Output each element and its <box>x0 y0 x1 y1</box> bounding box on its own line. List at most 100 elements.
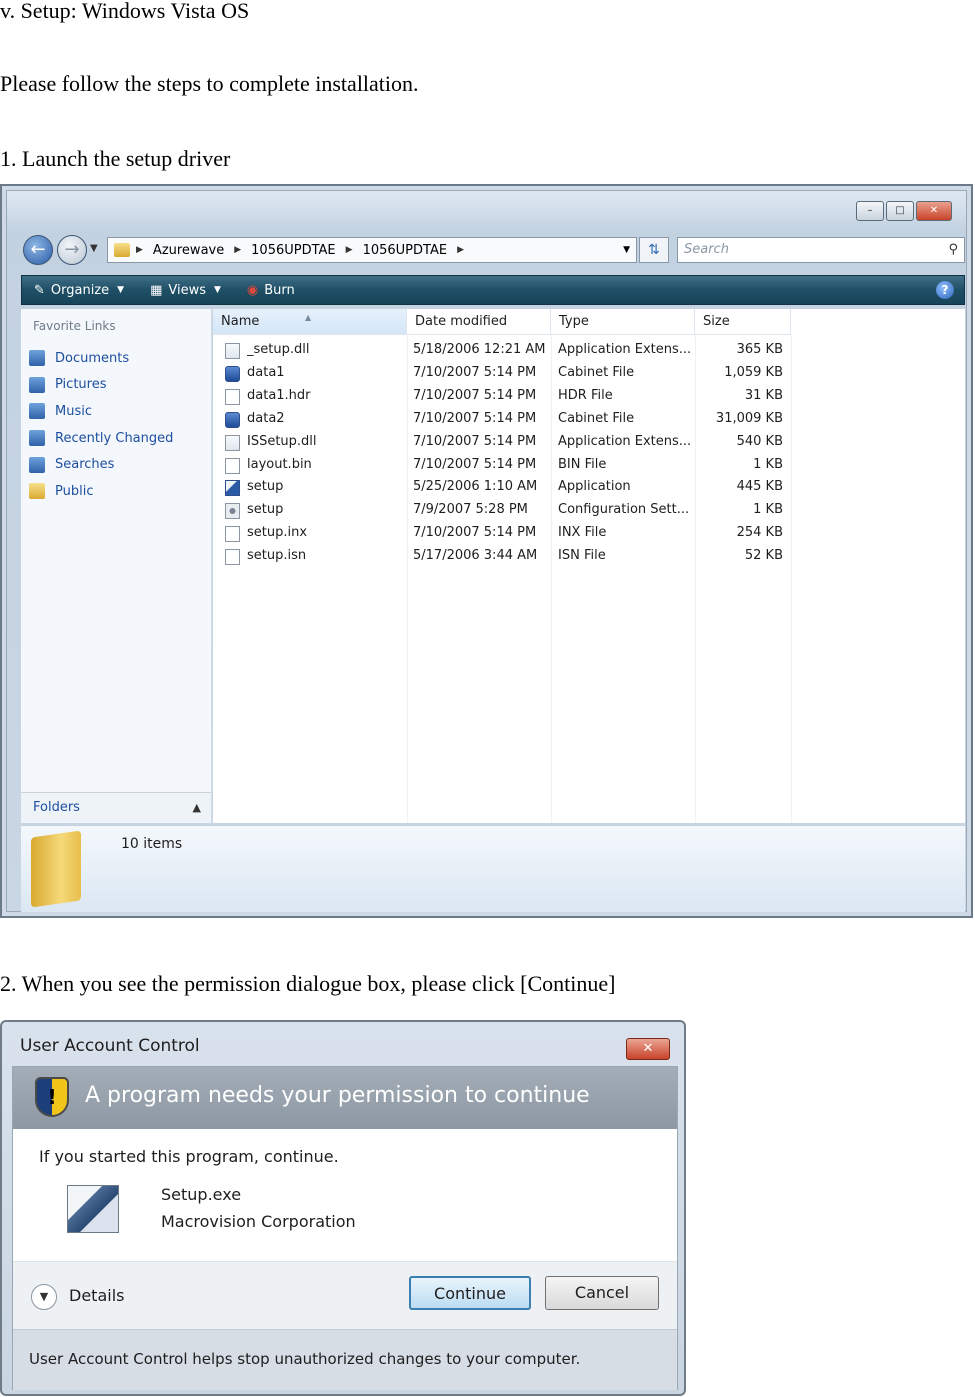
chevron-up-icon: ▲ <box>192 801 201 814</box>
close-button[interactable]: ✕ <box>626 1038 670 1060</box>
table-row[interactable]: _setup.dll 5/18/2006 12:21 AM Application … <box>213 339 965 362</box>
file-name: layout.bin <box>247 456 312 472</box>
table-row[interactable]: setup.isn 5/17/2006 3:44 AM ISN File 52 KB <box>213 545 965 568</box>
refresh-button[interactable]: ⇅ <box>639 237 669 263</box>
details-toggle[interactable]: Details <box>69 1286 124 1305</box>
help-icon[interactable]: ? <box>936 281 954 299</box>
back-button[interactable]: ← <box>23 235 53 265</box>
recently-changed-icon <box>29 430 45 447</box>
favorite-link-documents[interactable]: Documents <box>29 345 173 372</box>
file-size: 254 KB <box>736 525 783 541</box>
views-menu[interactable]: ▦ Views ▼ <box>150 283 221 298</box>
favorite-links-list: Documents Pictures Music Recently Change… <box>29 345 173 505</box>
file-date: 5/25/2006 1:10 AM <box>413 479 538 495</box>
breadcrumb-arrow-icon[interactable]: ▶ <box>457 245 464 255</box>
breadcrumb-item[interactable]: 1056UPDTAE <box>363 243 448 258</box>
file-name: data1.hdr <box>247 387 311 403</box>
program-name: Setup.exe <box>161 1185 242 1204</box>
search-icon[interactable]: ⚲ <box>948 238 958 262</box>
column-header-name[interactable]: Name ▲ <box>213 309 407 335</box>
file-file-icon <box>225 457 240 474</box>
history-dropdown-icon[interactable]: ▼ <box>90 243 98 254</box>
address-dropdown-icon[interactable]: ▼ <box>623 245 630 255</box>
column-header-label: Date modified <box>415 314 508 329</box>
views-icon: ▦ <box>150 282 163 298</box>
table-row[interactable]: setup 5/25/2006 1:10 AM Application 445 KB <box>213 476 965 499</box>
shield-warning-icon: ! <box>35 1077 69 1117</box>
continue-button[interactable]: Continue <box>409 1276 531 1310</box>
table-row[interactable]: setup 7/9/2007 5:28 PM Configuration Sett.… <box>213 499 965 522</box>
file-file-icon <box>225 549 240 566</box>
column-header-type[interactable]: Type <box>551 309 695 335</box>
favorite-link-music[interactable]: Music <box>29 398 173 425</box>
button-area: ▼ Details Continue Cancel <box>13 1261 677 1330</box>
favorite-link-label: Searches <box>55 457 115 473</box>
chevron-down-icon[interactable]: ▼ <box>31 1284 57 1310</box>
cancel-button[interactable]: Cancel <box>545 1276 659 1310</box>
public-folder-icon <box>29 483 45 500</box>
file-date: 5/18/2006 12:21 AM <box>413 342 546 357</box>
close-button[interactable]: ✕ <box>916 201 952 221</box>
table-row[interactable]: data1 7/10/2007 5:14 PM Cabinet File 1,059 … <box>213 362 965 385</box>
file-cab-icon <box>225 411 240 428</box>
table-row[interactable]: ISSetup.dll 7/10/2007 5:14 PM Application … <box>213 431 965 454</box>
file-name: setup.isn <box>247 548 307 564</box>
file-name: ISSetup.dll <box>247 433 317 449</box>
chevron-down-icon: ▼ <box>214 285 221 295</box>
dialog-title: User Account Control <box>20 1036 200 1056</box>
minimize-button[interactable]: – <box>856 201 884 221</box>
file-type: Configuration Sett... <box>558 502 690 518</box>
file-cab-icon <box>225 365 240 382</box>
address-bar[interactable]: ▶ Azurewave ▶ 1056UPDTAE ▶ 1056UPDTAE ▶ … <box>107 237 637 263</box>
breadcrumb-arrow-icon[interactable]: ▶ <box>234 245 241 255</box>
organize-label: Organize <box>50 282 110 298</box>
file-size: 540 KB <box>736 433 783 449</box>
dialog-heading: A program needs your permission to conti… <box>85 1083 590 1108</box>
table-row[interactable]: data1.hdr 7/10/2007 5:14 PM HDR File 31 KB <box>213 385 965 408</box>
folder-icon <box>31 830 81 908</box>
organize-menu[interactable]: ✎ Organize ▼ <box>34 283 124 298</box>
file-size: 365 KB <box>736 342 783 357</box>
music-icon <box>29 403 45 420</box>
burn-button[interactable]: ◉ Burn <box>247 283 295 298</box>
table-row[interactable]: layout.bin 7/10/2007 5:14 PM BIN File 1 KB <box>213 454 965 477</box>
breadcrumb-arrow-icon[interactable]: ▶ <box>136 245 143 255</box>
file-name: data2 <box>247 410 285 426</box>
table-row[interactable]: data2 7/10/2007 5:14 PM Cabinet File 31,009… <box>213 408 965 431</box>
pictures-icon <box>29 376 45 393</box>
breadcrumb-item[interactable]: 1056UPDTAE <box>251 243 336 258</box>
forward-button[interactable]: → <box>57 235 87 265</box>
file-type: BIN File <box>558 456 607 472</box>
maximize-button[interactable]: □ <box>886 201 914 221</box>
column-header-size[interactable]: Size <box>695 309 791 335</box>
breadcrumb-item[interactable]: Azurewave <box>153 243 224 258</box>
file-type: Cabinet File <box>558 410 635 426</box>
favorite-link-recently-changed[interactable]: Recently Changed <box>29 425 173 452</box>
step-1-text: 1. Launch the setup driver <box>0 146 231 171</box>
navigation-pane: Favorite Links Documents Pictures Music … <box>21 309 212 823</box>
file-dll-icon <box>225 434 240 451</box>
favorite-link-public[interactable]: Public <box>29 478 173 505</box>
item-count: 10 items <box>121 836 183 852</box>
favorite-link-label: Recently Changed <box>55 430 174 446</box>
folders-toggle[interactable]: Folders ▲ <box>21 792 211 823</box>
footer-text: User Account Control helps stop unauthor… <box>29 1350 581 1368</box>
file-size: 52 KB <box>744 548 783 564</box>
chevron-down-icon: ▼ <box>117 285 125 295</box>
table-row[interactable]: setup.inx 7/10/2007 5:14 PM INX File 254 KB <box>213 522 965 545</box>
favorite-link-searches[interactable]: Searches <box>29 451 173 478</box>
section-heading: v. Setup: Windows Vista OS <box>0 0 250 23</box>
file-list: Name ▲ Date modified Type Size _setup.dl… <box>213 309 965 823</box>
favorite-link-pictures[interactable]: Pictures <box>29 372 173 399</box>
file-type: HDR File <box>558 387 613 403</box>
file-name: data1 <box>247 364 285 380</box>
views-label: Views <box>168 282 206 298</box>
file-name: setup.inx <box>247 525 308 541</box>
program-icon <box>67 1185 119 1233</box>
file-file-icon <box>225 388 240 405</box>
column-header-date[interactable]: Date modified <box>407 309 551 335</box>
file-size: 1 KB <box>753 502 783 518</box>
search-input[interactable]: Search ⚲ <box>677 237 965 263</box>
navigation-bar: ← → ▼ ▶ Azurewave ▶ 1056UPDTAE ▶ 1056UPD… <box>21 233 965 267</box>
breadcrumb-arrow-icon[interactable]: ▶ <box>346 245 353 255</box>
